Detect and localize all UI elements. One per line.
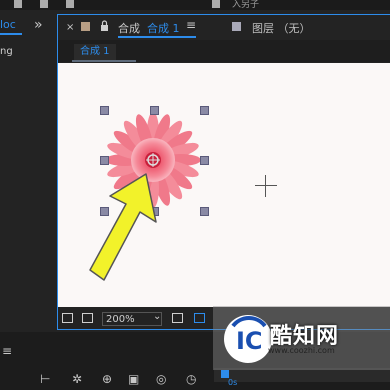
transform-handle-right[interactable] — [200, 156, 209, 165]
composition-tab-label: 合成 — [118, 22, 140, 35]
zoom-dropdown-chevron-icon[interactable]: ⌄ — [153, 311, 161, 322]
shy-layers-icon[interactable]: ✲ — [72, 372, 82, 386]
top-toolbar-strip: 入另子 — [0, 0, 390, 10]
time-ruler-label: 0s — [228, 378, 238, 387]
keyframe-icon[interactable]: ◷ — [186, 372, 196, 386]
frame-blending-icon[interactable]: ▣ — [128, 372, 139, 386]
time-ruler[interactable] — [214, 368, 390, 382]
breadcrumb-underline — [72, 60, 136, 62]
lock-icon[interactable] — [100, 20, 109, 31]
panel-menu-icon[interactable]: ≡ — [186, 18, 196, 32]
region-of-interest-icon[interactable] — [172, 313, 183, 323]
composition-tab[interactable]: 合成 1 — [147, 20, 180, 36]
active-tab-underline — [0, 33, 22, 35]
panel-overflow-chevron-icon[interactable]: » — [34, 17, 42, 33]
composition-breadcrumb[interactable]: 合成 1 — [74, 44, 116, 60]
transform-handle-top-left[interactable] — [100, 106, 109, 115]
graph-editor-icon[interactable]: ◎ — [156, 372, 166, 386]
transform-handle-top-right[interactable] — [200, 106, 209, 115]
transform-handle-bottom-right[interactable] — [200, 207, 209, 216]
project-panel-item[interactable]: ng — [0, 46, 13, 57]
project-panel-tab[interactable]: loc — [0, 18, 22, 32]
composition-color-swatch-icon — [81, 22, 90, 31]
toolbar-checkbox-icon[interactable] — [212, 0, 220, 8]
timeline-menu-icon[interactable]: ≡ — [2, 344, 12, 358]
layer-color-swatch-icon — [232, 22, 241, 31]
toolbar-star-icon[interactable] — [66, 0, 74, 8]
playhead-marker[interactable] — [221, 370, 229, 378]
toolbar-label: 入另子 — [232, 0, 260, 10]
active-tab-underline — [118, 36, 196, 38]
crosshair-icon-vertical — [265, 175, 266, 197]
svg-text:IC: IC — [236, 327, 263, 355]
annotation-arrow-icon — [89, 173, 157, 281]
transparency-grid-icon[interactable] — [194, 313, 205, 323]
transform-handle-top[interactable] — [150, 106, 159, 115]
layer-tab[interactable]: 图层 （无） — [252, 20, 311, 36]
motion-blur-icon[interactable]: ⊕ — [102, 372, 112, 386]
crosshair-icon — [255, 185, 277, 186]
layer-tree-icon[interactable]: ⊢ — [40, 372, 50, 386]
watermark-url: www.coozhi.com — [268, 346, 335, 355]
toolbar-diamond-icon[interactable] — [14, 0, 22, 8]
close-panel-icon[interactable]: × — [66, 22, 74, 33]
snapshot-icon[interactable] — [62, 313, 73, 323]
transform-handle-left[interactable] — [100, 156, 109, 165]
display-icon[interactable] — [82, 313, 93, 323]
zoom-value: 200% — [106, 314, 135, 325]
toolbar-pen-icon[interactable] — [40, 0, 48, 8]
